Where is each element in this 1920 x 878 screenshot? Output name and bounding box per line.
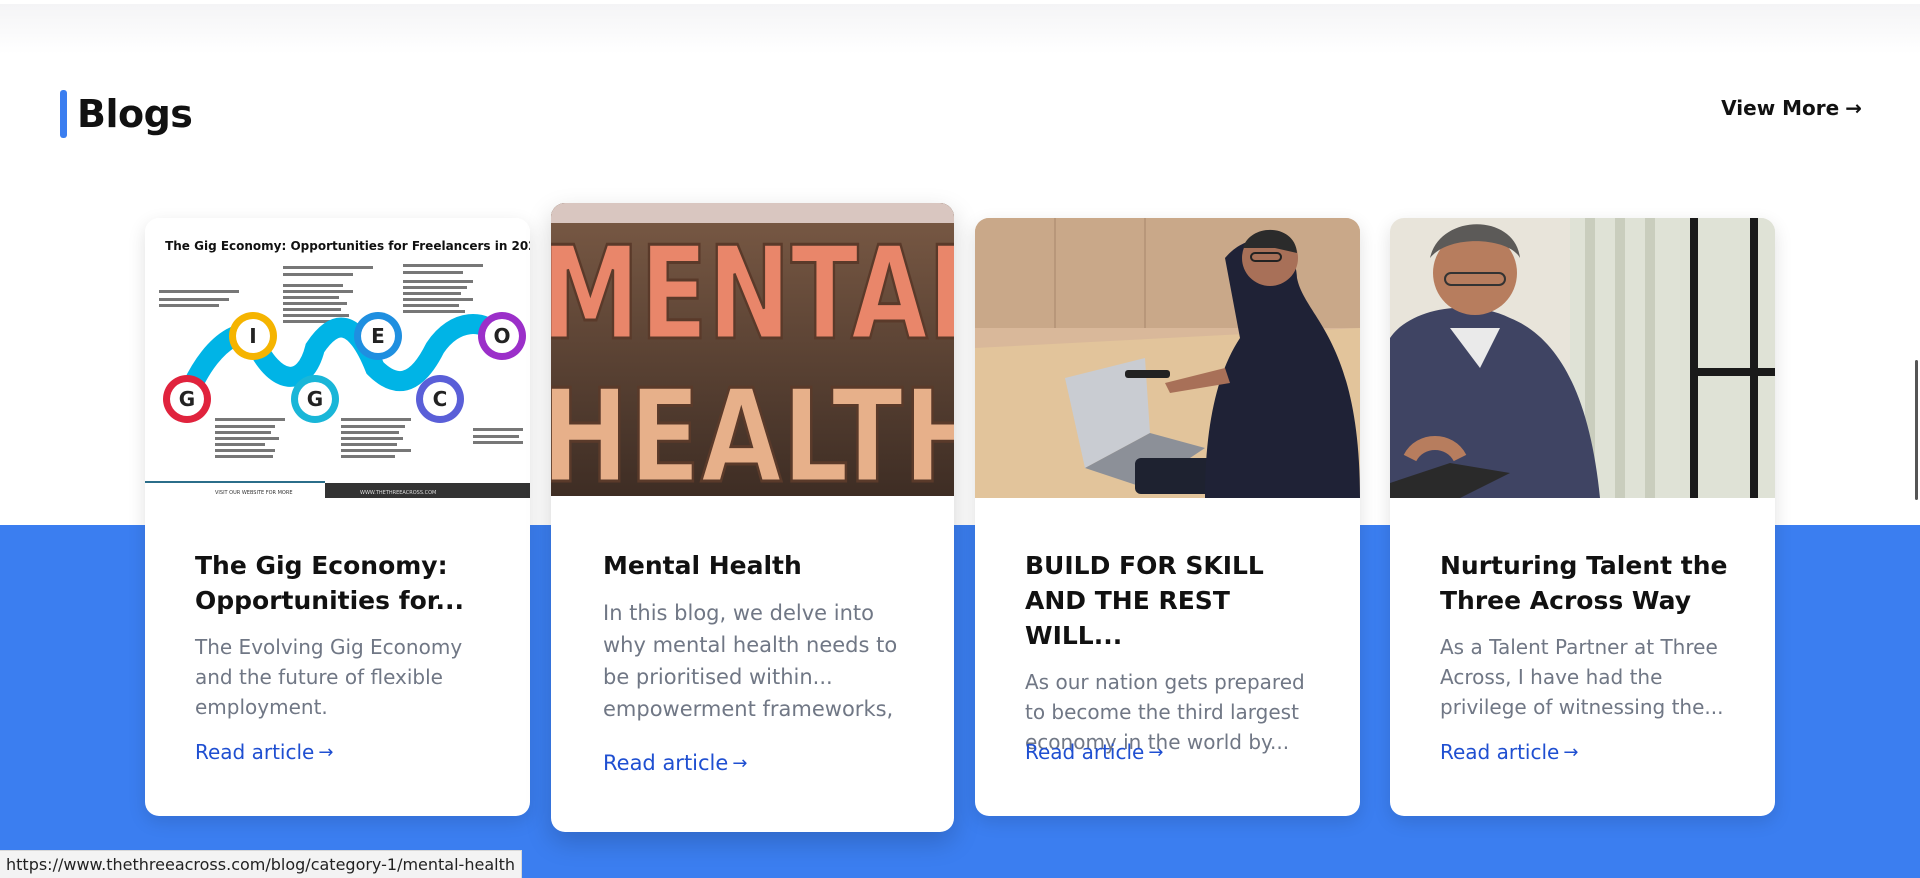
man-with-laptop-photo [975, 218, 1360, 498]
section-title: Blogs [77, 92, 193, 136]
man-writing-photo [1390, 218, 1775, 498]
svg-text:HEALTH: HEALTH [551, 363, 954, 496]
svg-text:E: E [371, 324, 385, 348]
header-fade [0, 4, 1920, 54]
svg-text:G: G [179, 387, 195, 411]
card-title[interactable]: The Gig Economy: Opportunities for... [195, 548, 494, 618]
svg-text:G: G [307, 387, 323, 411]
svg-text:I: I [249, 324, 256, 348]
read-article-label: Read article [603, 751, 729, 775]
read-article-label: Read article [195, 740, 315, 764]
view-more-label: View More [1721, 96, 1840, 120]
read-article-link[interactable]: Read article → [195, 740, 333, 764]
arrow-right-icon: → [1148, 741, 1164, 763]
read-article-link[interactable]: Read article → [1440, 740, 1578, 764]
arrow-right-icon: → [732, 752, 748, 774]
read-article-label: Read article [1025, 740, 1145, 764]
card-title[interactable]: BUILD FOR SKILL AND THE REST WILL... [1025, 548, 1324, 653]
read-article-link[interactable]: Read article → [1025, 740, 1163, 764]
blog-card-gig-economy[interactable]: The Gig Economy: Opportunities for Freel… [145, 218, 530, 816]
mental-health-image: MENTAL HEALTH [551, 203, 954, 496]
gig-economy-infographic: The Gig Economy: Opportunities for Freel… [145, 218, 530, 498]
card-title[interactable]: Mental Health [603, 548, 918, 583]
svg-text:VISIT OUR WEBSITE FOR MORE: VISIT OUR WEBSITE FOR MORE [215, 490, 293, 496]
svg-text:MENTAL: MENTAL [551, 220, 954, 369]
read-article-link[interactable]: Read article → [603, 751, 747, 775]
card-description: As a Talent Partner at Three Across, I h… [1440, 635, 1724, 719]
view-more-link[interactable]: View More → [1721, 96, 1862, 120]
svg-text:WWW.THETHREEACROSS.COM: WWW.THETHREEACROSS.COM [360, 490, 436, 496]
svg-text:C: C [433, 387, 448, 411]
blog-card-build-for-skill[interactable]: BUILD FOR SKILL AND THE REST WILL... As … [975, 218, 1360, 816]
arrow-right-icon: → [1563, 741, 1579, 763]
blog-card-mental-health[interactable]: MENTAL HEALTH Mental Health In this blog… [551, 203, 954, 832]
heading-accent-bar [60, 90, 67, 138]
card-description: The Evolving Gig Economy and the future … [195, 635, 463, 719]
infographic-header: The Gig Economy: Opportunities for Freel… [165, 239, 530, 253]
page-scrollbar-thumb[interactable] [1915, 360, 1918, 500]
arrow-right-icon: → [318, 741, 334, 763]
link-preview-status-bar: https://www.thethreeacross.com/blog/cate… [0, 850, 522, 878]
blog-card-nurturing-talent[interactable]: Nurturing Talent the Three Across Way As… [1390, 218, 1775, 816]
card-description: In this blog, we delve into why mental h… [603, 601, 898, 721]
card-title[interactable]: Nurturing Talent the Three Across Way [1440, 548, 1739, 618]
read-article-label: Read article [1440, 740, 1560, 764]
section-heading: Blogs [60, 90, 193, 138]
svg-text:O: O [493, 324, 510, 348]
arrow-right-icon: → [1845, 96, 1862, 120]
